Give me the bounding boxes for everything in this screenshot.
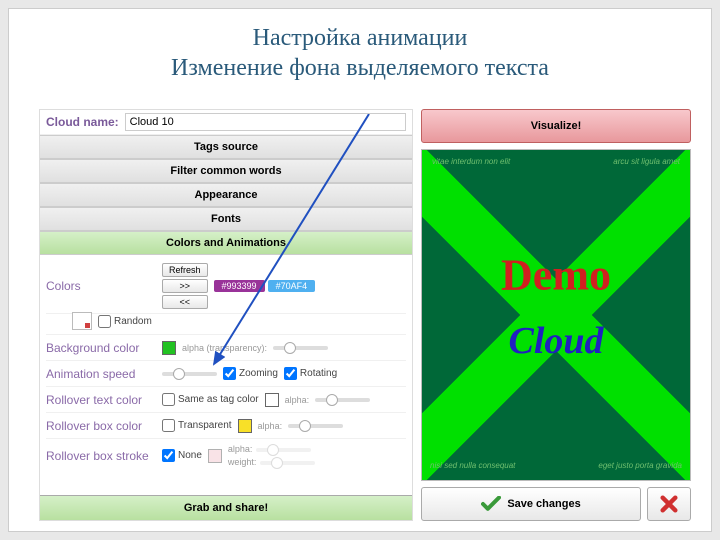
colors-label: Colors: [46, 279, 156, 293]
preview-word-demo: Demo: [501, 250, 611, 301]
bg-color-swatch[interactable]: [162, 341, 176, 355]
accordion-appearance[interactable]: Appearance: [40, 183, 412, 207]
rollover-box-color-label: Rollover box color: [46, 419, 156, 433]
color-picker-icon[interactable]: [72, 312, 92, 330]
preview-word-cloud: Cloud: [508, 319, 603, 363]
cloud-name-input[interactable]: [125, 113, 406, 131]
accordion-tags-source[interactable]: Tags source: [40, 135, 412, 159]
cloud-name-label: Cloud name:: [46, 115, 119, 129]
anim-speed-label: Animation speed: [46, 367, 156, 381]
accordion-grab-share[interactable]: Grab and share!: [40, 495, 412, 520]
anim-speed-slider[interactable]: [162, 372, 217, 376]
check-icon: [481, 496, 501, 512]
bg-color-label: Background color: [46, 341, 156, 355]
rbs-weight-label: weight:: [228, 457, 257, 467]
save-changes-button[interactable]: Save changes: [421, 487, 641, 521]
accordion-filter[interactable]: Filter common words: [40, 159, 412, 183]
settings-panel: Cloud name: Tags source Filter common wo…: [39, 109, 413, 521]
alpha-transparency-label: alpha (transparency):: [182, 343, 267, 353]
rollover-text-color-label: Rollover text color: [46, 393, 156, 407]
rbs-alpha-slider[interactable]: [256, 448, 311, 452]
rollover-text-swatch[interactable]: [265, 393, 279, 407]
bg-alpha-slider[interactable]: [273, 346, 328, 350]
rotating-checkbox[interactable]: Rotating: [284, 367, 337, 380]
rbc-alpha-label: alpha:: [258, 421, 283, 431]
rollover-stroke-swatch[interactable]: [208, 449, 222, 463]
accordion-colors-animations[interactable]: Colors and Animations: [40, 231, 412, 255]
rtc-alpha-slider[interactable]: [315, 398, 370, 402]
zooming-checkbox[interactable]: Zooming: [223, 367, 278, 380]
color-chip-1[interactable]: #993399: [214, 280, 265, 292]
colors-animations-panel: Colors Refresh >> << #993399 #70AF4: [40, 255, 412, 476]
refresh-button[interactable]: Refresh: [162, 263, 208, 277]
next-button[interactable]: >>: [162, 279, 208, 293]
visualize-button[interactable]: Visualize!: [421, 109, 691, 143]
rbc-alpha-slider[interactable]: [288, 424, 343, 428]
close-button[interactable]: [647, 487, 691, 521]
cloud-preview: vitae interdum non elit arcu sit ligula …: [421, 149, 691, 481]
close-icon: [660, 495, 678, 513]
transparent-checkbox[interactable]: Transparent: [162, 419, 232, 432]
color-chip-2[interactable]: #70AF4: [268, 280, 316, 292]
rollover-box-swatch[interactable]: [238, 419, 252, 433]
accordion-fonts[interactable]: Fonts: [40, 207, 412, 231]
save-label: Save changes: [507, 498, 580, 510]
slide-title: Настройка анимации Изменение фона выделя…: [9, 9, 711, 89]
rtc-alpha-label: alpha:: [285, 395, 310, 405]
random-checkbox[interactable]: Random: [98, 315, 152, 328]
title-line2: Изменение фона выделяемого текста: [171, 55, 549, 81]
prev-button[interactable]: <<: [162, 295, 208, 309]
rollover-box-stroke-label: Rollover box stroke: [46, 449, 156, 463]
title-line1: Настройка анимации: [253, 25, 468, 51]
rbs-alpha-label: alpha:: [228, 444, 253, 454]
rbs-weight-slider[interactable]: [260, 461, 315, 465]
none-checkbox[interactable]: None: [162, 449, 202, 462]
same-tag-checkbox[interactable]: Same as tag color: [162, 393, 259, 406]
